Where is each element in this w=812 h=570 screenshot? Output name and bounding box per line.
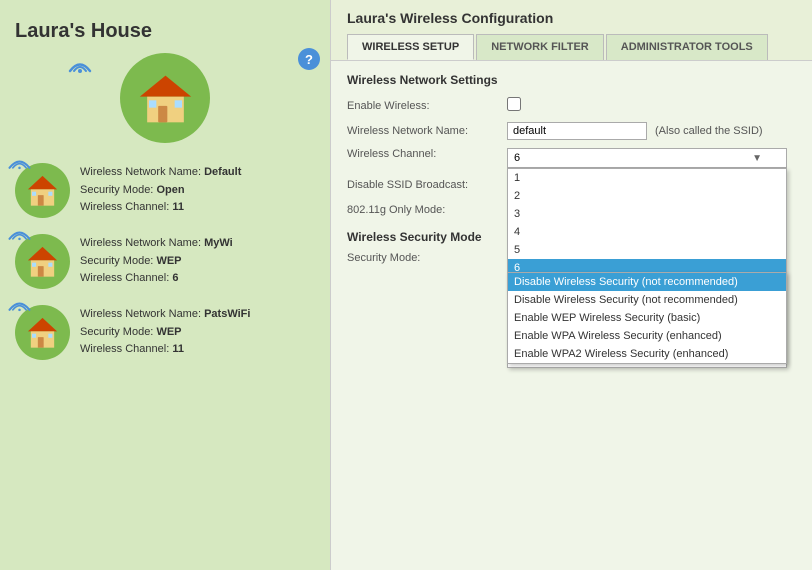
channel-option-3[interactable]: 3: [508, 205, 786, 223]
network-name-row: Wireless Network Name: (Also called the …: [347, 122, 796, 140]
security-option-3[interactable]: Enable WPA Wireless Security (enhanced): [508, 327, 786, 345]
right-panel: Laura's Wireless Configuration WIRELESS …: [330, 0, 812, 570]
tab-network-filter[interactable]: NETWORK FILTER: [476, 34, 604, 60]
wireless-channel-row: Wireless Channel: 6 ▼ 1 2 3 4 5 6 7: [347, 148, 796, 168]
network-item-2: Wireless Network Name: PatsWiFi Security…: [15, 305, 315, 360]
security-option-1[interactable]: Disable Wireless Security (not recommend…: [508, 291, 786, 309]
channel-option-5[interactable]: 5: [508, 241, 786, 259]
ssid-note: (Also called the SSID): [655, 125, 763, 137]
network-info-2: Wireless Network Name: PatsWiFi Security…: [80, 306, 250, 359]
channel-option-1[interactable]: 1: [508, 169, 786, 187]
security-mode-label: Security Mode:: [347, 252, 507, 264]
main-wifi-icon: [65, 53, 95, 73]
channel-dropdown-arrow: ▼: [752, 153, 762, 164]
security-list: Disable Wireless Security (not recommend…: [507, 272, 787, 364]
network-icon-1: [15, 234, 70, 289]
network-info-1: Wireless Network Name: MyWi Security Mod…: [80, 235, 233, 288]
network-item-0: Wireless Network Name: Default Security …: [15, 163, 315, 218]
tabs-container: WIRELESS SETUP NETWORK FILTER ADMINISTRA…: [347, 34, 796, 60]
network-icon-0: [15, 163, 70, 218]
tab-wireless-setup[interactable]: WIRELESS SETUP: [347, 34, 474, 60]
panel-content: Wireless Network Settings Enable Wireles…: [331, 61, 812, 570]
security-option-2[interactable]: Enable WEP Wireless Security (basic): [508, 309, 786, 327]
wireless-channel-label: Wireless Channel:: [347, 148, 507, 160]
network-icon-2: [15, 305, 70, 360]
main-house-circle: [120, 53, 210, 143]
enable-wireless-row: Enable Wireless:: [347, 97, 796, 114]
channel-selected-value: 6: [514, 152, 520, 164]
wifi-icon-0: [7, 153, 32, 171]
main-house-icon: [138, 71, 193, 126]
network-name-label: Wireless Network Name:: [347, 125, 507, 137]
enable-wireless-checkbox[interactable]: [507, 97, 521, 111]
help-badge[interactable]: ?: [298, 48, 320, 70]
panel-title: Laura's Wireless Configuration: [347, 10, 796, 26]
page-title: Laura's House: [15, 20, 315, 43]
security-option-4[interactable]: Enable WPA2 Wireless Security (enhanced): [508, 345, 786, 363]
left-panel: Laura's House ?: [0, 0, 330, 570]
panel-header: Laura's Wireless Configuration WIRELESS …: [331, 0, 812, 61]
channel-dropdown-container: 6 ▼ 1 2 3 4 5 6 7 8 9 10 11: [507, 148, 787, 168]
security-option-0[interactable]: Disable Wireless Security (not recommend…: [508, 273, 786, 291]
wifi-icon-1: [7, 224, 32, 242]
channel-selected-display[interactable]: 6 ▼: [507, 148, 787, 168]
only-mode-label: 802.11g Only Mode:: [347, 204, 507, 216]
wireless-settings-title: Wireless Network Settings: [347, 73, 796, 87]
tab-admin-tools[interactable]: ADMINISTRATOR TOOLS: [606, 34, 768, 60]
network-item-1: Wireless Network Name: MyWi Security Mod…: [15, 234, 315, 289]
channel-option-4[interactable]: 4: [508, 223, 786, 241]
ssid-broadcast-label: Disable SSID Broadcast:: [347, 179, 507, 191]
wifi-icon-2: [7, 295, 32, 313]
channel-option-2[interactable]: 2: [508, 187, 786, 205]
enable-wireless-label: Enable Wireless:: [347, 100, 507, 112]
house-icon-container: ?: [15, 53, 315, 143]
network-name-input[interactable]: [507, 122, 647, 140]
network-info-0: Wireless Network Name: Default Security …: [80, 164, 241, 217]
